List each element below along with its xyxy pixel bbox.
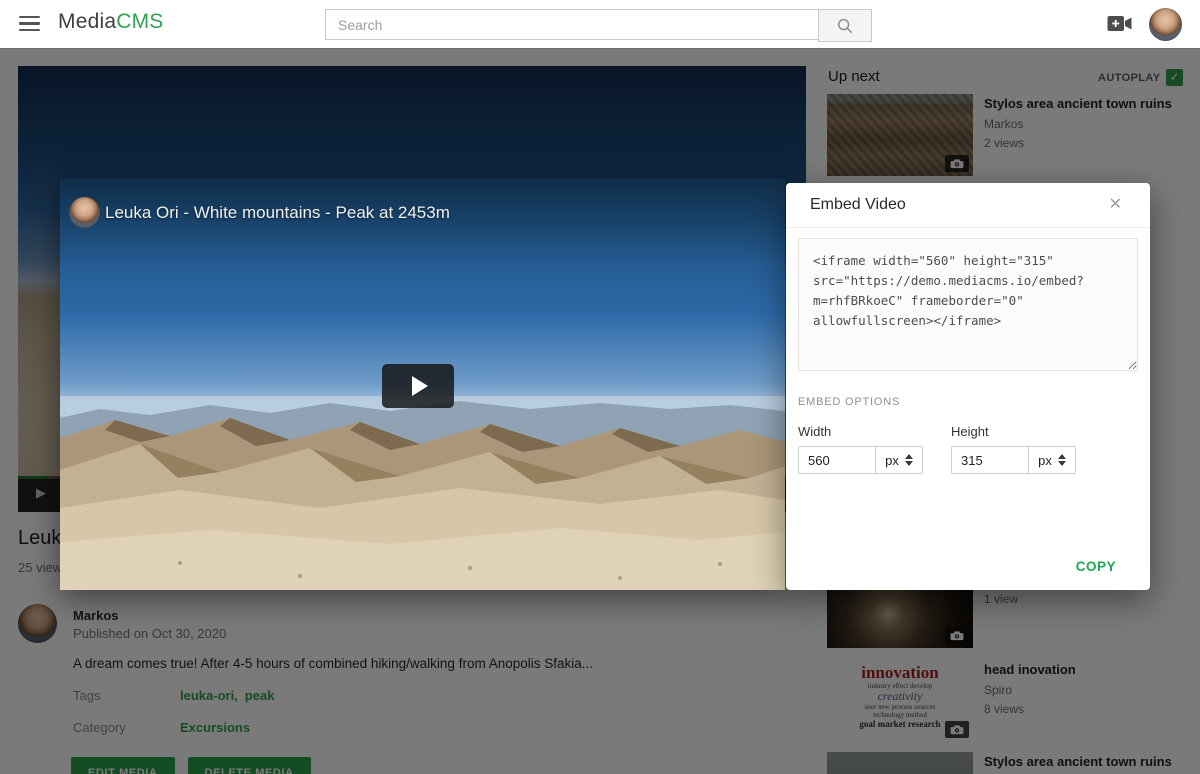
preview-video-title[interactable]: Leuka Ori - White mountains - Peak at 24… [105,203,450,223]
logo-media: Media [58,10,116,33]
width-control: Width px [798,424,923,474]
width-input[interactable] [798,446,876,474]
stepper-arrows-icon [1058,454,1066,466]
height-input[interactable] [951,446,1029,474]
embed-options-label: EMBED OPTIONS [798,396,1138,408]
modal-title: Embed Video [810,196,906,214]
play-icon [412,376,428,396]
embed-video-modal: Embed Video ✕ <iframe width="560" height… [786,183,1150,590]
search-bar [325,9,872,42]
close-icon[interactable]: ✕ [1103,196,1128,214]
mediacms-video-page: MediaCMS ▶ Leuka Ori - White mountains -… [0,0,1200,774]
height-control: Height px [951,424,1076,474]
top-navbar: MediaCMS [0,0,1200,49]
modal-header: Embed Video ✕ [786,183,1150,228]
search-icon [836,17,854,35]
menu-icon[interactable] [19,16,40,35]
preview-author-avatar[interactable] [69,197,100,228]
stepper-arrows-icon [905,454,913,466]
play-button[interactable] [382,364,454,408]
copy-button[interactable]: COPY [1070,558,1122,575]
search-input[interactable] [325,9,818,40]
logo-cms: CMS [116,10,163,33]
height-unit-select[interactable]: px [1028,446,1076,474]
height-label: Height [951,424,1076,439]
width-unit-select[interactable]: px [875,446,923,474]
height-unit-value: px [1038,453,1052,468]
logo[interactable]: MediaCMS [58,10,163,34]
width-unit-value: px [885,453,899,468]
embed-preview-player[interactable]: Leuka Ori - White mountains - Peak at 24… [60,178,785,590]
videocam-plus-icon [1107,15,1132,32]
modal-body: <iframe width="560" height="315" src="ht… [786,228,1150,474]
search-button[interactable] [818,9,872,42]
upload-media-button[interactable] [1107,15,1132,37]
user-avatar[interactable] [1149,8,1182,41]
width-label: Width [798,424,923,439]
embed-code-textarea[interactable]: <iframe width="560" height="315" src="ht… [798,238,1138,371]
dimension-controls: Width px Height px [798,424,1138,474]
